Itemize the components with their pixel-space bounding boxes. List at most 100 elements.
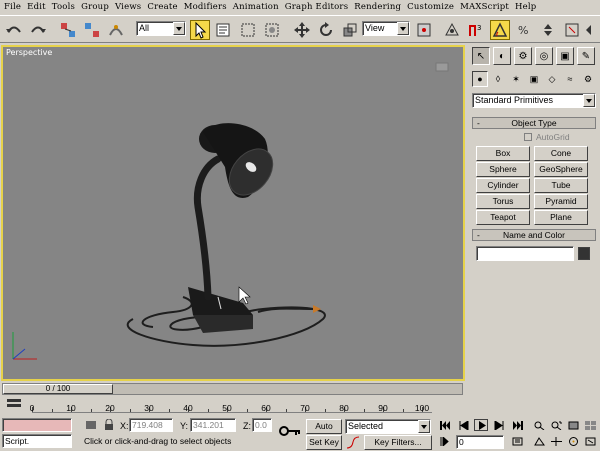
next-frame-icon[interactable]	[492, 419, 506, 431]
select-and-rotate-icon[interactable]	[316, 20, 336, 40]
key-filters-button[interactable]: Key Filters...	[364, 435, 432, 450]
svg-text:3: 3	[477, 24, 481, 32]
menu-item-help[interactable]: Help	[515, 2, 536, 12]
box-button[interactable]: Box	[476, 146, 530, 161]
zoom-icon[interactable]	[532, 419, 546, 431]
go-to-start-icon[interactable]	[438, 419, 452, 431]
bind-space-warp-icon[interactable]	[106, 20, 126, 40]
select-and-manipulate-icon[interactable]	[442, 20, 462, 40]
undo-icon[interactable]	[4, 20, 24, 40]
play-icon[interactable]	[474, 419, 488, 431]
name-color-rollout-header[interactable]: - Name and Color	[472, 229, 596, 241]
systems-icon[interactable]: ⚙	[580, 71, 596, 87]
absolute-mode-lock-icon[interactable]	[102, 418, 116, 431]
x-coordinate-field[interactable]: 719.408	[129, 418, 173, 432]
maximize-viewport-icon[interactable]	[583, 435, 597, 447]
auto-key-button[interactable]: Auto Key	[306, 419, 342, 444]
zoom-extents-icon[interactable]	[566, 419, 580, 431]
menu-item-maxscript[interactable]: MAXScript	[460, 2, 509, 12]
maxscript-listener-input[interactable]	[2, 418, 72, 432]
cameras-icon[interactable]: ▣	[526, 71, 542, 87]
spinner-snap-icon[interactable]	[538, 20, 558, 40]
named-selection-icon[interactable]	[562, 20, 582, 40]
trackbar-icon[interactable]	[6, 397, 22, 409]
select-and-scale-icon[interactable]	[340, 20, 360, 40]
display-tab-icon[interactable]: ▣	[556, 47, 574, 65]
sphere-button[interactable]: Sphere	[476, 162, 530, 177]
y-coordinate-field[interactable]: 341.201	[190, 418, 236, 432]
object-type-rollout-header[interactable]: - Object Type	[472, 117, 596, 129]
object-name-input[interactable]	[476, 246, 574, 261]
menu-item-customize[interactable]: Customize	[407, 2, 454, 12]
window-crossing-icon[interactable]	[262, 20, 282, 40]
menu-item-tools[interactable]: Tools	[52, 2, 75, 12]
pivot-point-center-icon[interactable]	[414, 20, 434, 40]
set-key-button[interactable]: Set Key	[306, 435, 342, 450]
helpers-icon[interactable]: ◇	[544, 71, 560, 87]
menu-item-graph-editors[interactable]: Graph Editors	[285, 2, 348, 12]
pan-view-icon[interactable]	[549, 435, 563, 447]
menu-item-create[interactable]: Create	[147, 2, 177, 12]
set-key-icon[interactable]	[278, 423, 302, 439]
time-slider-thumb[interactable]: 0 / 100	[3, 384, 113, 394]
percent-snap-icon[interactable]: %	[514, 20, 534, 40]
zoom-extents-all-icon[interactable]	[583, 419, 597, 431]
plane-button[interactable]: Plane	[534, 210, 588, 225]
select-object-icon[interactable]	[190, 20, 210, 40]
zoom-all-icon[interactable]	[549, 419, 563, 431]
teapot-button[interactable]: Teapot	[476, 210, 530, 225]
cylinder-button[interactable]: Cylinder	[476, 178, 530, 193]
space-warps-icon[interactable]: ≈	[562, 71, 578, 87]
time-slider[interactable]: 0 / 100	[2, 383, 463, 395]
category-dropdown[interactable]: Standard Primitives	[472, 93, 596, 108]
key-mode-toggle-icon[interactable]	[438, 435, 452, 447]
menu-item-group[interactable]: Group	[81, 2, 109, 12]
previous-frame-icon[interactable]	[456, 419, 470, 431]
torus-button[interactable]: Torus	[476, 194, 530, 209]
angle-snap-toggle-icon[interactable]	[490, 20, 510, 40]
menu-item-animation[interactable]: Animation	[233, 2, 279, 12]
select-by-name-icon[interactable]	[214, 20, 234, 40]
object-color-swatch[interactable]	[578, 247, 590, 260]
selection-lock-icon[interactable]	[84, 419, 98, 431]
current-frame-field[interactable]: 0	[456, 435, 504, 449]
tube-button[interactable]: Tube	[534, 178, 588, 193]
track-bar-ruler[interactable]: 0 10 20 30 40 50 60 70 80 90 100	[30, 397, 432, 413]
autogrid-checkbox[interactable]: AutoGrid	[524, 132, 570, 142]
lights-icon[interactable]: ✶	[508, 71, 524, 87]
time-configuration-icon[interactable]	[510, 435, 524, 447]
menu-item-edit[interactable]: Edit	[27, 2, 46, 12]
menu-item-file[interactable]: File	[4, 2, 21, 12]
modify-tab-icon[interactable]: ◐	[493, 47, 511, 65]
hierarchy-tab-icon[interactable]: ⚙	[514, 47, 532, 65]
arc-rotate-icon[interactable]	[566, 435, 580, 447]
pyramid-button[interactable]: Pyramid	[534, 194, 588, 209]
cone-button[interactable]: Cone	[534, 146, 588, 161]
geometry-icon[interactable]: ●	[472, 71, 488, 87]
shapes-icon[interactable]: ◊	[490, 71, 506, 87]
select-and-link-icon[interactable]	[58, 20, 78, 40]
mirror-icon[interactable]	[584, 20, 598, 40]
ruler-tick-label: 50	[222, 403, 232, 413]
selection-filter-dropdown[interactable]: All	[136, 21, 186, 36]
menu-item-modifiers[interactable]: Modifiers	[184, 2, 227, 12]
menu-item-views[interactable]: Views	[115, 2, 141, 12]
ruler-tick	[90, 409, 92, 412]
motion-tab-icon[interactable]: ◎	[535, 47, 553, 65]
select-and-move-icon[interactable]	[292, 20, 312, 40]
utilities-tab-icon[interactable]: ✎	[577, 47, 595, 65]
go-to-end-icon[interactable]	[510, 419, 524, 431]
snaps-toggle-icon[interactable]: 3	[466, 20, 486, 40]
geosphere-button[interactable]: GeoSphere	[534, 162, 588, 177]
key-mode-dropdown[interactable]: Selected	[345, 419, 431, 434]
perspective-viewport[interactable]: Perspective	[1, 45, 465, 381]
menu-item-rendering[interactable]: Rendering	[354, 2, 401, 12]
default-in-out-tangent-icon[interactable]	[346, 436, 360, 449]
create-tab-icon[interactable]: ↖	[472, 47, 490, 65]
rectangular-selection-icon[interactable]	[238, 20, 258, 40]
redo-icon[interactable]	[28, 20, 48, 40]
reference-coordinate-dropdown[interactable]: View	[362, 21, 410, 36]
field-of-view-icon[interactable]	[532, 435, 546, 447]
z-coordinate-field[interactable]: 0.0	[252, 418, 272, 432]
unlink-selection-icon[interactable]	[82, 20, 102, 40]
